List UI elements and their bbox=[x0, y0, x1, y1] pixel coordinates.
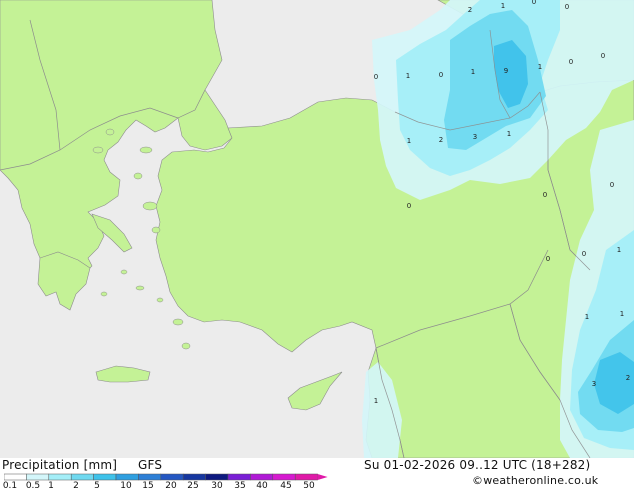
grid-value: 1 bbox=[538, 63, 542, 71]
grid-value: 0 bbox=[582, 250, 586, 258]
grid-value: 0 bbox=[565, 3, 569, 11]
grid-value: 2 bbox=[439, 136, 443, 144]
grid-value: 9 bbox=[504, 67, 508, 75]
grid-value: 2 bbox=[468, 6, 472, 14]
grid-value: 1 bbox=[471, 68, 475, 76]
grid-value: 1 bbox=[620, 310, 624, 318]
grid-value: 2 bbox=[626, 374, 630, 382]
grid-value: 0 bbox=[407, 202, 411, 210]
credit-link[interactable]: ©weatheronline.co.uk bbox=[472, 474, 598, 487]
map-title: Precipitation [mm] bbox=[2, 458, 118, 472]
scale-swatch bbox=[294, 473, 318, 481]
scale-swatch bbox=[227, 473, 251, 481]
model-name: GFS bbox=[138, 458, 163, 472]
scale-swatch bbox=[70, 473, 94, 481]
scale-swatch bbox=[115, 473, 139, 481]
scale-swatch bbox=[272, 473, 296, 481]
precipitation-map: 2 1 0 0 0 1 0 1 9 1 0 0 1 2 3 1 0 0 0 0 0 1 1 1 3 2 1 bbox=[0, 0, 634, 458]
grid-value: 0 bbox=[439, 71, 443, 79]
grid-value: 1 bbox=[407, 137, 411, 145]
grid-value: 1 bbox=[617, 246, 621, 254]
grid-value: 1 bbox=[374, 397, 378, 405]
grid-value: 1 bbox=[406, 72, 410, 80]
scale-swatch bbox=[4, 473, 27, 481]
scale-swatch bbox=[250, 473, 274, 481]
grid-value: 0 bbox=[601, 52, 605, 60]
grid-value: 3 bbox=[592, 380, 596, 388]
grid-value: 0 bbox=[543, 191, 547, 199]
grid-value: 0 bbox=[546, 255, 550, 263]
grid-value: 0 bbox=[610, 181, 614, 189]
grid-value: 0 bbox=[374, 73, 378, 81]
scale-swatch bbox=[182, 473, 206, 481]
precipitation-color-scale bbox=[4, 473, 328, 481]
scale-swatch bbox=[26, 473, 50, 481]
grid-value: 0 bbox=[569, 58, 573, 66]
scale-swatch bbox=[93, 473, 117, 481]
scale-swatch bbox=[48, 473, 72, 481]
scale-swatch bbox=[205, 473, 229, 481]
scale-swatch bbox=[160, 473, 184, 481]
scale-swatch bbox=[138, 473, 162, 481]
valid-datetime: Su 01-02-2026 09..12 UTC (18+282) bbox=[364, 458, 591, 472]
grid-value: 0 bbox=[532, 0, 536, 6]
grid-value: 1 bbox=[507, 130, 511, 138]
scale-end-arrow bbox=[317, 474, 328, 480]
grid-value: 1 bbox=[585, 313, 589, 321]
grid-value: 3 bbox=[473, 133, 477, 141]
grid-value: 1 bbox=[501, 2, 505, 10]
